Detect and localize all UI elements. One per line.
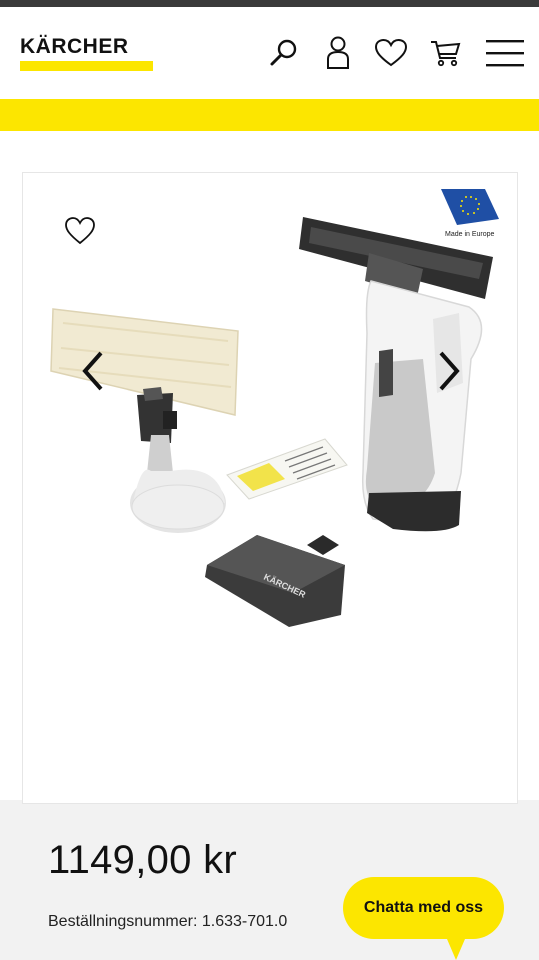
add-to-wishlist-button[interactable] <box>63 215 97 249</box>
order-number: Beställningsnummer: 1.633-701.0 <box>48 913 288 930</box>
wishlist-button[interactable] <box>373 35 409 71</box>
site-header: KÄRCHER <box>0 7 539 99</box>
chat-button[interactable]: Chatta med oss <box>343 877 504 939</box>
karcher-logo[interactable]: KÄRCHER <box>20 35 153 79</box>
chevron-right-icon <box>439 351 460 391</box>
status-strip <box>0 0 539 7</box>
search-button[interactable] <box>266 35 302 71</box>
chat-bubble-tail <box>444 932 468 960</box>
search-icon <box>270 39 297 66</box>
menu-icon <box>486 40 524 67</box>
previous-image-button[interactable] <box>79 349 109 393</box>
product-image-gallery[interactable]: KÄRCHER Made in Europe <box>22 172 518 804</box>
product-price: 1149,00 kr <box>48 838 238 882</box>
product-image: KÄRCHER <box>50 217 493 627</box>
account-button[interactable] <box>320 35 356 71</box>
logo-underline <box>20 61 153 71</box>
menu-button[interactable] <box>484 35 526 71</box>
cart-button[interactable] <box>427 35 463 71</box>
heart-outline-icon <box>65 217 95 245</box>
window-vac-image <box>299 217 493 532</box>
chat-button-label: Chatta med oss <box>363 899 484 916</box>
chevron-left-icon <box>82 351 103 391</box>
cart-icon <box>431 41 461 67</box>
suction-nozzle-image: KÄRCHER <box>205 535 345 627</box>
next-image-button[interactable] <box>433 349 463 393</box>
yellow-banner <box>0 99 539 131</box>
user-icon <box>327 36 349 69</box>
made-in-europe-label: Made in Europe <box>445 231 495 238</box>
manual-leaflet-image <box>226 438 348 500</box>
heart-icon <box>374 38 408 67</box>
logo-text: KÄRCHER <box>20 35 129 58</box>
eu-flag-icon <box>441 189 499 225</box>
